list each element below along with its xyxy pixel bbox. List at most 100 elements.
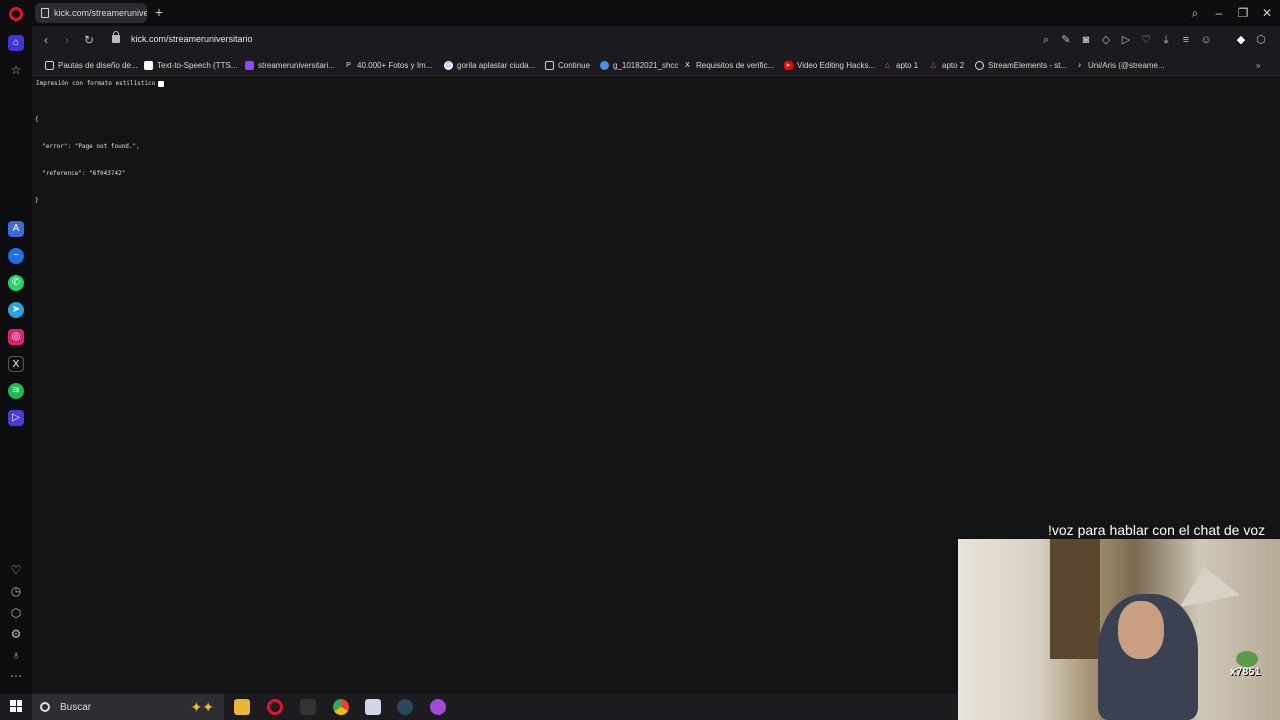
address-bar[interactable]: kick.com/streameruniversitario — [131, 34, 253, 44]
shield-icon[interactable]: ◇ — [1099, 33, 1113, 47]
instagram-icon[interactable]: ◎ — [8, 329, 24, 345]
lightbulb-icon[interactable]: ♁ — [9, 648, 23, 662]
bookmark-item[interactable]: X Requisitos de verific... — [683, 59, 774, 71]
bookmark-label: Pautas de diseño de... — [58, 60, 138, 70]
bookmark-item[interactable]: G gorila aplastar ciuda... — [444, 59, 535, 71]
json-line: "error": "Page not found.", — [35, 143, 140, 150]
cube-icon[interactable]: ⬡ — [1254, 33, 1268, 47]
toolbar: ‹ › ↻ kick.com/streameruniversitario ⌕ ✎… — [32, 26, 1280, 54]
minimize-button[interactable]: – — [1211, 5, 1227, 21]
search-tabs-icon[interactable]: ⌕ — [1187, 5, 1203, 21]
aria-icon[interactable]: A — [8, 221, 24, 237]
bookmark-label: Continue — [558, 60, 591, 70]
lamp — [1180, 567, 1240, 607]
play-icon[interactable]: ▷ — [1119, 33, 1133, 47]
bookmark-item[interactable]: △ apto 2 — [929, 59, 964, 71]
youtube-icon: ▸ — [784, 60, 793, 70]
bookmark-item[interactable]: Continue — [545, 59, 590, 71]
sidebar: ⌂ ☆ A ~ ✆ ➤ ◎ X ≋ ▷ ♡ ◷ ⬡ ⚙ ♁ ⋯ — [0, 26, 32, 694]
extensions-icon[interactable]: ⬡ — [9, 606, 23, 620]
tts-icon — [144, 60, 153, 70]
telegram-icon[interactable]: ➤ — [8, 302, 24, 318]
menu-icon[interactable]: ≡ — [1179, 33, 1193, 47]
heart-icon[interactable]: ♡ — [1139, 33, 1153, 47]
chrome-icon[interactable] — [333, 699, 349, 715]
stream-caption: !voz para hablar con el chat de voz — [1048, 522, 1266, 538]
heart-icon[interactable]: ♡ — [9, 563, 23, 577]
opera-icon[interactable] — [267, 699, 283, 715]
download-icon[interactable]: ⤓ — [1159, 33, 1173, 47]
drive-icon — [600, 60, 609, 70]
windows-start-icon[interactable] — [10, 700, 22, 712]
close-button[interactable]: ✕ — [1259, 5, 1275, 21]
bookmark-label: apto 1 — [896, 60, 919, 70]
taskbar-search[interactable]: Buscar ✦✦ — [32, 694, 224, 720]
back-button[interactable]: ‹ — [39, 33, 53, 47]
bookmark-label: Requisitos de verific... — [696, 60, 775, 70]
steam-icon[interactable] — [397, 699, 413, 715]
history-icon[interactable]: ◷ — [9, 584, 23, 598]
bookmarks-bar: Pautas de diseño de... Text-to-Speech (T… — [32, 54, 1280, 76]
sparkle-icon: ✦✦ — [190, 699, 214, 715]
bookmark-item[interactable]: ♪ Uni/Aris (@streame... — [1075, 59, 1165, 71]
forward-button[interactable]: › — [60, 33, 74, 47]
bookmark-item[interactable]: g_10182021_shcc — [600, 59, 678, 71]
viewer-badge: x7851 — [1230, 651, 1262, 681]
profile-icon[interactable]: ☺ — [1199, 33, 1213, 47]
zoom-icon[interactable]: ⌕ — [1039, 33, 1053, 47]
webcam-feed: x7851 — [958, 539, 1280, 720]
app-icon[interactable] — [300, 699, 316, 715]
bookmark-item[interactable]: streameruniversitari... — [245, 59, 335, 71]
player-icon[interactable]: ▷ — [8, 410, 24, 426]
json-response: { "error": "Page not found.", "reference… — [35, 97, 140, 223]
new-tab-button[interactable]: + — [152, 5, 166, 19]
bookmarks-overflow-icon[interactable]: » — [1256, 59, 1260, 71]
vpn-icon[interactable]: ◆ — [1234, 33, 1248, 47]
pretty-print-checkbox[interactable] — [158, 80, 165, 87]
restore-button[interactable]: ❐ — [1235, 5, 1251, 21]
face — [1118, 601, 1164, 659]
edit-icon[interactable]: ✎ — [1059, 33, 1073, 47]
airbnb-icon: △ — [884, 61, 891, 69]
pretty-print-toggle[interactable]: Impresión con formato estilístico — [36, 80, 165, 87]
bookmark-label: gorila aplastar ciuda... — [457, 60, 536, 70]
bookmark-label: Text-to-Speech (TTS... — [157, 60, 238, 70]
bookmark-item[interactable]: Pautas de diseño de... — [45, 59, 138, 71]
x-icon: X — [685, 61, 690, 69]
bookmark-label: Uni/Aris (@streame... — [1088, 60, 1165, 70]
reload-button[interactable]: ↻ — [82, 33, 96, 47]
spotify-icon[interactable]: ≋ — [8, 383, 24, 399]
more-icon[interactable]: ⋯ — [9, 669, 23, 683]
page-icon — [41, 8, 49, 18]
json-line: } — [35, 197, 39, 204]
x-icon[interactable]: X — [8, 356, 24, 372]
calculator-icon[interactable] — [365, 699, 381, 715]
pexels-icon: P — [346, 61, 351, 69]
star-icon[interactable]: ☆ — [9, 63, 23, 77]
bookmark-item[interactable]: △ apto 1 — [883, 59, 918, 71]
lock-icon[interactable] — [112, 31, 120, 43]
bookmark-item[interactable]: StreamElements - st... — [975, 59, 1067, 71]
bookmark-item[interactable]: Text-to-Speech (TTS... — [144, 59, 237, 71]
settings-icon[interactable]: ⚙ — [9, 627, 23, 641]
tab-active[interactable]: kick.com/streameruniversitario — [35, 3, 147, 23]
camera-icon[interactable]: ◙ — [1079, 33, 1093, 47]
bookmark-label: g_10182021_shcc — [613, 60, 679, 70]
opera-logo-icon[interactable] — [9, 7, 23, 21]
whatsapp-icon[interactable]: ✆ — [8, 275, 24, 291]
tab-strip: kick.com/streameruniversitario + ⌕ – ❐ ✕ — [0, 0, 1280, 26]
messenger-icon[interactable]: ~ — [8, 248, 24, 264]
home-icon[interactable]: ⌂ — [8, 35, 24, 51]
google-icon: G — [444, 60, 453, 70]
json-line: { — [35, 116, 39, 123]
taskbar: Buscar ✦✦ — [0, 694, 958, 720]
bookmark-item[interactable]: ▸ Video Editing Hacks... — [784, 59, 875, 71]
frog-icon — [1236, 651, 1258, 667]
file-explorer-icon[interactable] — [234, 699, 250, 715]
search-placeholder: Buscar — [60, 701, 92, 713]
bookmark-item[interactable]: P 40.000+ Fotos y Im... — [344, 59, 432, 71]
bookmark-label: 40.000+ Fotos y Im... — [357, 60, 433, 70]
tab-title: kick.com/streameruniversitario — [54, 8, 147, 18]
bookmark-label: StreamElements - st... — [988, 60, 1068, 70]
app-icon[interactable] — [430, 699, 446, 715]
